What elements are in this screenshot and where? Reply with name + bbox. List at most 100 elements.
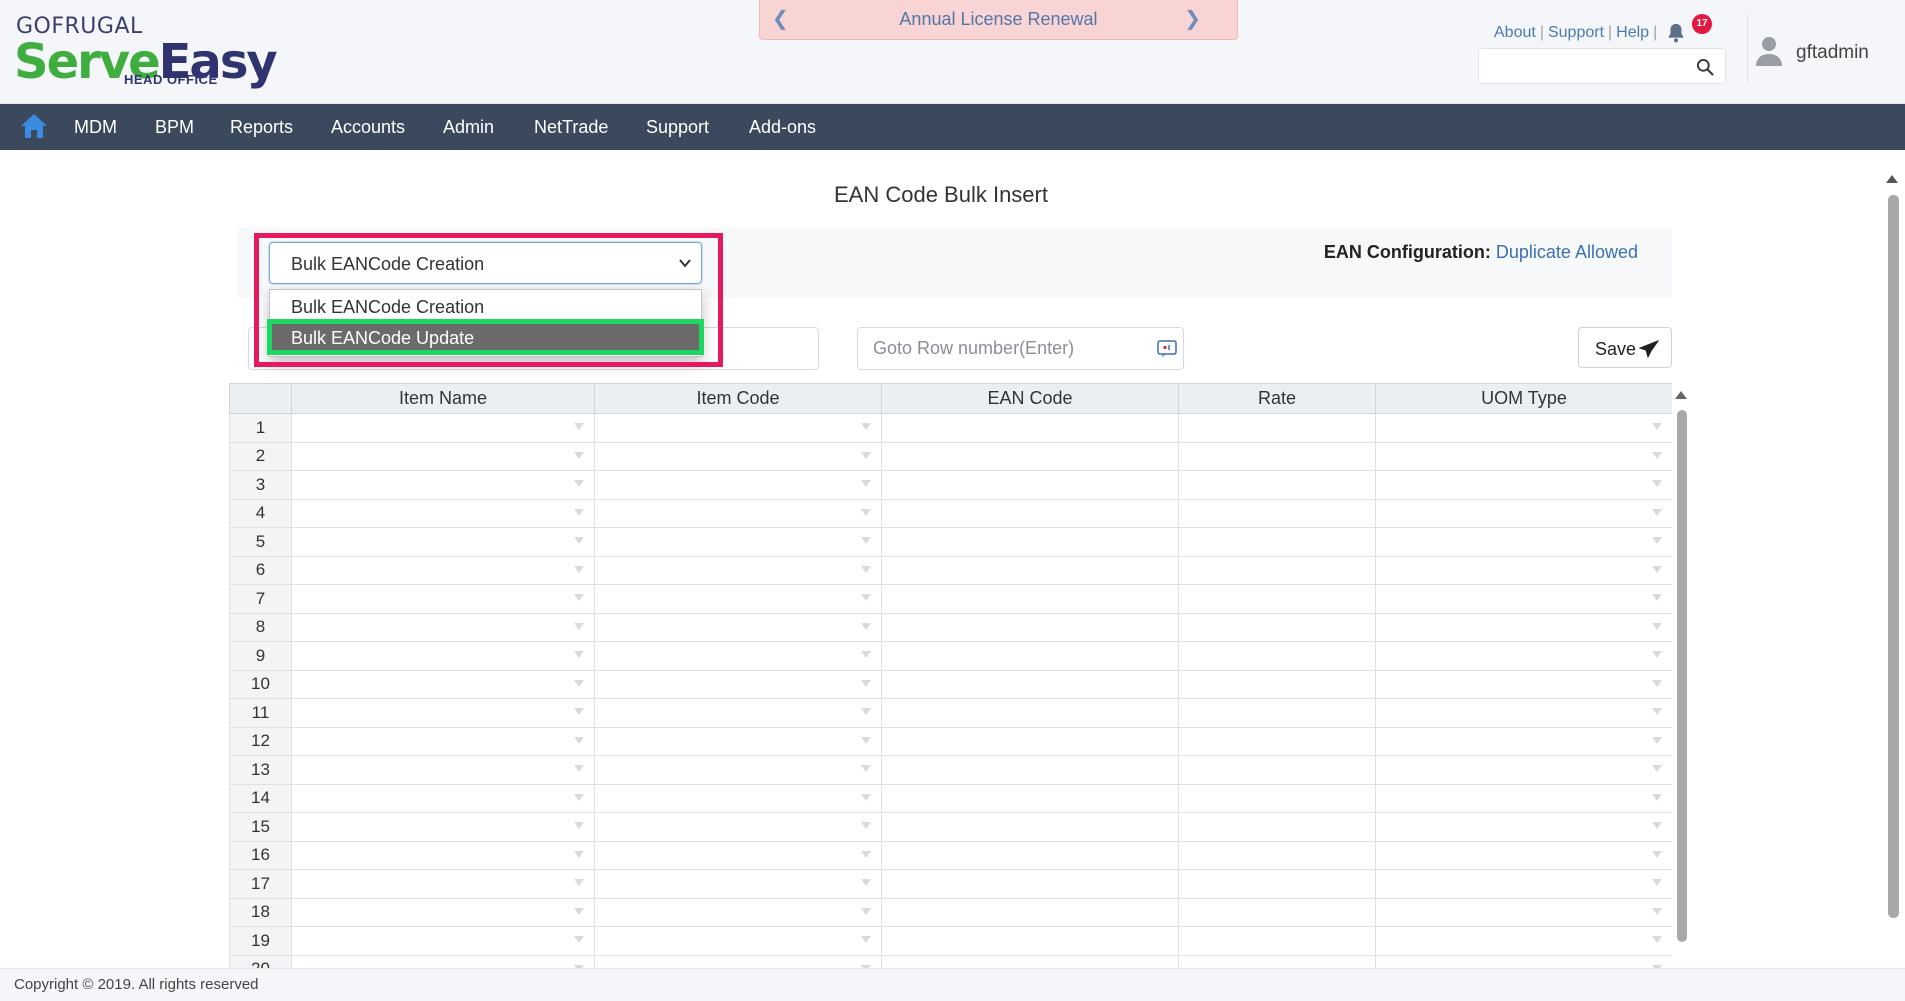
cell-dropdown-icon[interactable] [1652, 907, 1662, 915]
cell-rate[interactable] [1178, 840, 1376, 870]
cell-rate[interactable] [1178, 527, 1376, 557]
cell-uom-type[interactable] [1375, 755, 1672, 785]
cell-item-code[interactable] [594, 812, 882, 842]
cell-ean-code[interactable] [881, 612, 1179, 642]
cell-item-code[interactable] [594, 584, 882, 614]
cell-dropdown-icon[interactable] [1652, 679, 1662, 687]
cell-uom-type[interactable] [1375, 584, 1672, 614]
cell-rate[interactable] [1178, 498, 1376, 528]
cell-item-code[interactable] [594, 641, 882, 671]
cell-item-name[interactable] [291, 726, 595, 756]
cell-dropdown-icon[interactable] [861, 879, 871, 886]
cell-rate[interactable] [1178, 470, 1376, 500]
cell-uom-type[interactable] [1375, 698, 1672, 728]
about-link[interactable]: About [1490, 24, 1540, 41]
cell-dropdown-icon[interactable] [861, 736, 871, 744]
banner-text[interactable]: Annual License Renewal [760, 0, 1237, 38]
cell-rate[interactable] [1178, 413, 1376, 443]
nav-item-mdm[interactable]: MDM [74, 104, 117, 150]
cell-dropdown-icon[interactable] [1652, 708, 1662, 715]
cell-ean-code[interactable] [881, 527, 1179, 557]
cell-ean-code[interactable] [881, 555, 1179, 585]
cell-dropdown-icon[interactable] [1652, 793, 1662, 801]
keyboard-shortcut-icon[interactable] [1157, 340, 1177, 358]
column-header-uom-type[interactable]: UOM Type [1375, 383, 1672, 414]
cell-item-name[interactable] [291, 926, 595, 956]
cell-dropdown-icon[interactable] [574, 508, 584, 516]
nav-item-support[interactable]: Support [646, 104, 709, 150]
notification-badge[interactable]: 17 [1692, 14, 1712, 34]
cell-dropdown-icon[interactable] [1652, 508, 1662, 516]
cell-ean-code[interactable] [881, 755, 1179, 785]
nav-item-nettrade[interactable]: NetTrade [534, 104, 608, 150]
cell-dropdown-icon[interactable] [1652, 651, 1662, 658]
cell-uom-type[interactable] [1375, 897, 1672, 927]
cell-ean-code[interactable] [881, 584, 1179, 614]
cell-uom-type[interactable] [1375, 926, 1672, 956]
cell-item-code[interactable] [594, 555, 882, 585]
cell-dropdown-icon[interactable] [861, 850, 871, 858]
cell-rate[interactable] [1178, 612, 1376, 642]
cell-dropdown-icon[interactable] [861, 565, 871, 573]
cell-item-code[interactable] [594, 954, 882, 969]
cell-dropdown-icon[interactable] [1652, 451, 1662, 459]
cell-item-name[interactable] [291, 527, 595, 557]
cell-dropdown-icon[interactable] [574, 451, 584, 459]
cell-rate[interactable] [1178, 641, 1376, 671]
cell-ean-code[interactable] [881, 669, 1179, 699]
cell-item-name[interactable] [291, 669, 595, 699]
cell-uom-type[interactable] [1375, 869, 1672, 899]
cell-rate[interactable] [1178, 755, 1376, 785]
cell-uom-type[interactable] [1375, 527, 1672, 557]
cell-dropdown-icon[interactable] [574, 679, 584, 687]
cell-dropdown-icon[interactable] [1652, 594, 1662, 601]
cell-dropdown-icon[interactable] [861, 480, 871, 487]
cell-dropdown-icon[interactable] [574, 537, 584, 544]
cell-dropdown-icon[interactable] [861, 537, 871, 544]
cell-ean-code[interactable] [881, 783, 1179, 813]
cell-rate[interactable] [1178, 726, 1376, 756]
cell-dropdown-icon[interactable] [574, 423, 584, 430]
license-banner[interactable]: ❮ Annual License Renewal ❯ [759, 0, 1238, 40]
cell-dropdown-icon[interactable] [1652, 936, 1662, 943]
cell-dropdown-icon[interactable] [574, 850, 584, 858]
cell-dropdown-icon[interactable] [1652, 480, 1662, 487]
cell-dropdown-icon[interactable] [574, 793, 584, 801]
user-avatar-icon[interactable] [1756, 36, 1782, 66]
cell-item-name[interactable] [291, 641, 595, 671]
cell-uom-type[interactable] [1375, 954, 1672, 969]
cell-rate[interactable] [1178, 897, 1376, 927]
cell-rate[interactable] [1178, 869, 1376, 899]
cell-dropdown-icon[interactable] [1652, 622, 1662, 630]
page-scroll-up-arrow[interactable] [1886, 175, 1898, 183]
option-bulk-eancode-update[interactable]: Bulk EANCode Update [270, 323, 701, 353]
cell-item-name[interactable] [291, 897, 595, 927]
cell-rate[interactable] [1178, 555, 1376, 585]
cell-ean-code[interactable] [881, 840, 1179, 870]
grid-scrollbar[interactable] [1677, 410, 1687, 942]
cell-uom-type[interactable] [1375, 669, 1672, 699]
cell-item-code[interactable] [594, 897, 882, 927]
cell-uom-type[interactable] [1375, 641, 1672, 671]
cell-dropdown-icon[interactable] [574, 936, 584, 943]
search-input[interactable] [1479, 49, 1679, 83]
cell-dropdown-icon[interactable] [1652, 879, 1662, 886]
cell-dropdown-icon[interactable] [1652, 850, 1662, 858]
cell-dropdown-icon[interactable] [861, 622, 871, 630]
cell-item-code[interactable] [594, 470, 882, 500]
cell-item-name[interactable] [291, 812, 595, 842]
column-header-ean-code[interactable]: EAN Code [881, 383, 1179, 414]
column-header-rate[interactable]: Rate [1178, 383, 1376, 414]
bell-icon[interactable] [1665, 22, 1687, 44]
column-header-item-name[interactable]: Item Name [291, 383, 595, 414]
home-icon[interactable] [20, 113, 48, 139]
cell-dropdown-icon[interactable] [574, 907, 584, 915]
cell-item-code[interactable] [594, 926, 882, 956]
cell-dropdown-icon[interactable] [861, 508, 871, 516]
cell-item-code[interactable] [594, 498, 882, 528]
cell-dropdown-icon[interactable] [861, 793, 871, 801]
cell-dropdown-icon[interactable] [861, 451, 871, 459]
cell-dropdown-icon[interactable] [574, 651, 584, 658]
gofrugal-serveeasy-logo[interactable]: GOFRUGAL ServeEasy HEAD OFFICE [14, 14, 278, 90]
username[interactable]: gftadmin [1796, 42, 1869, 64]
